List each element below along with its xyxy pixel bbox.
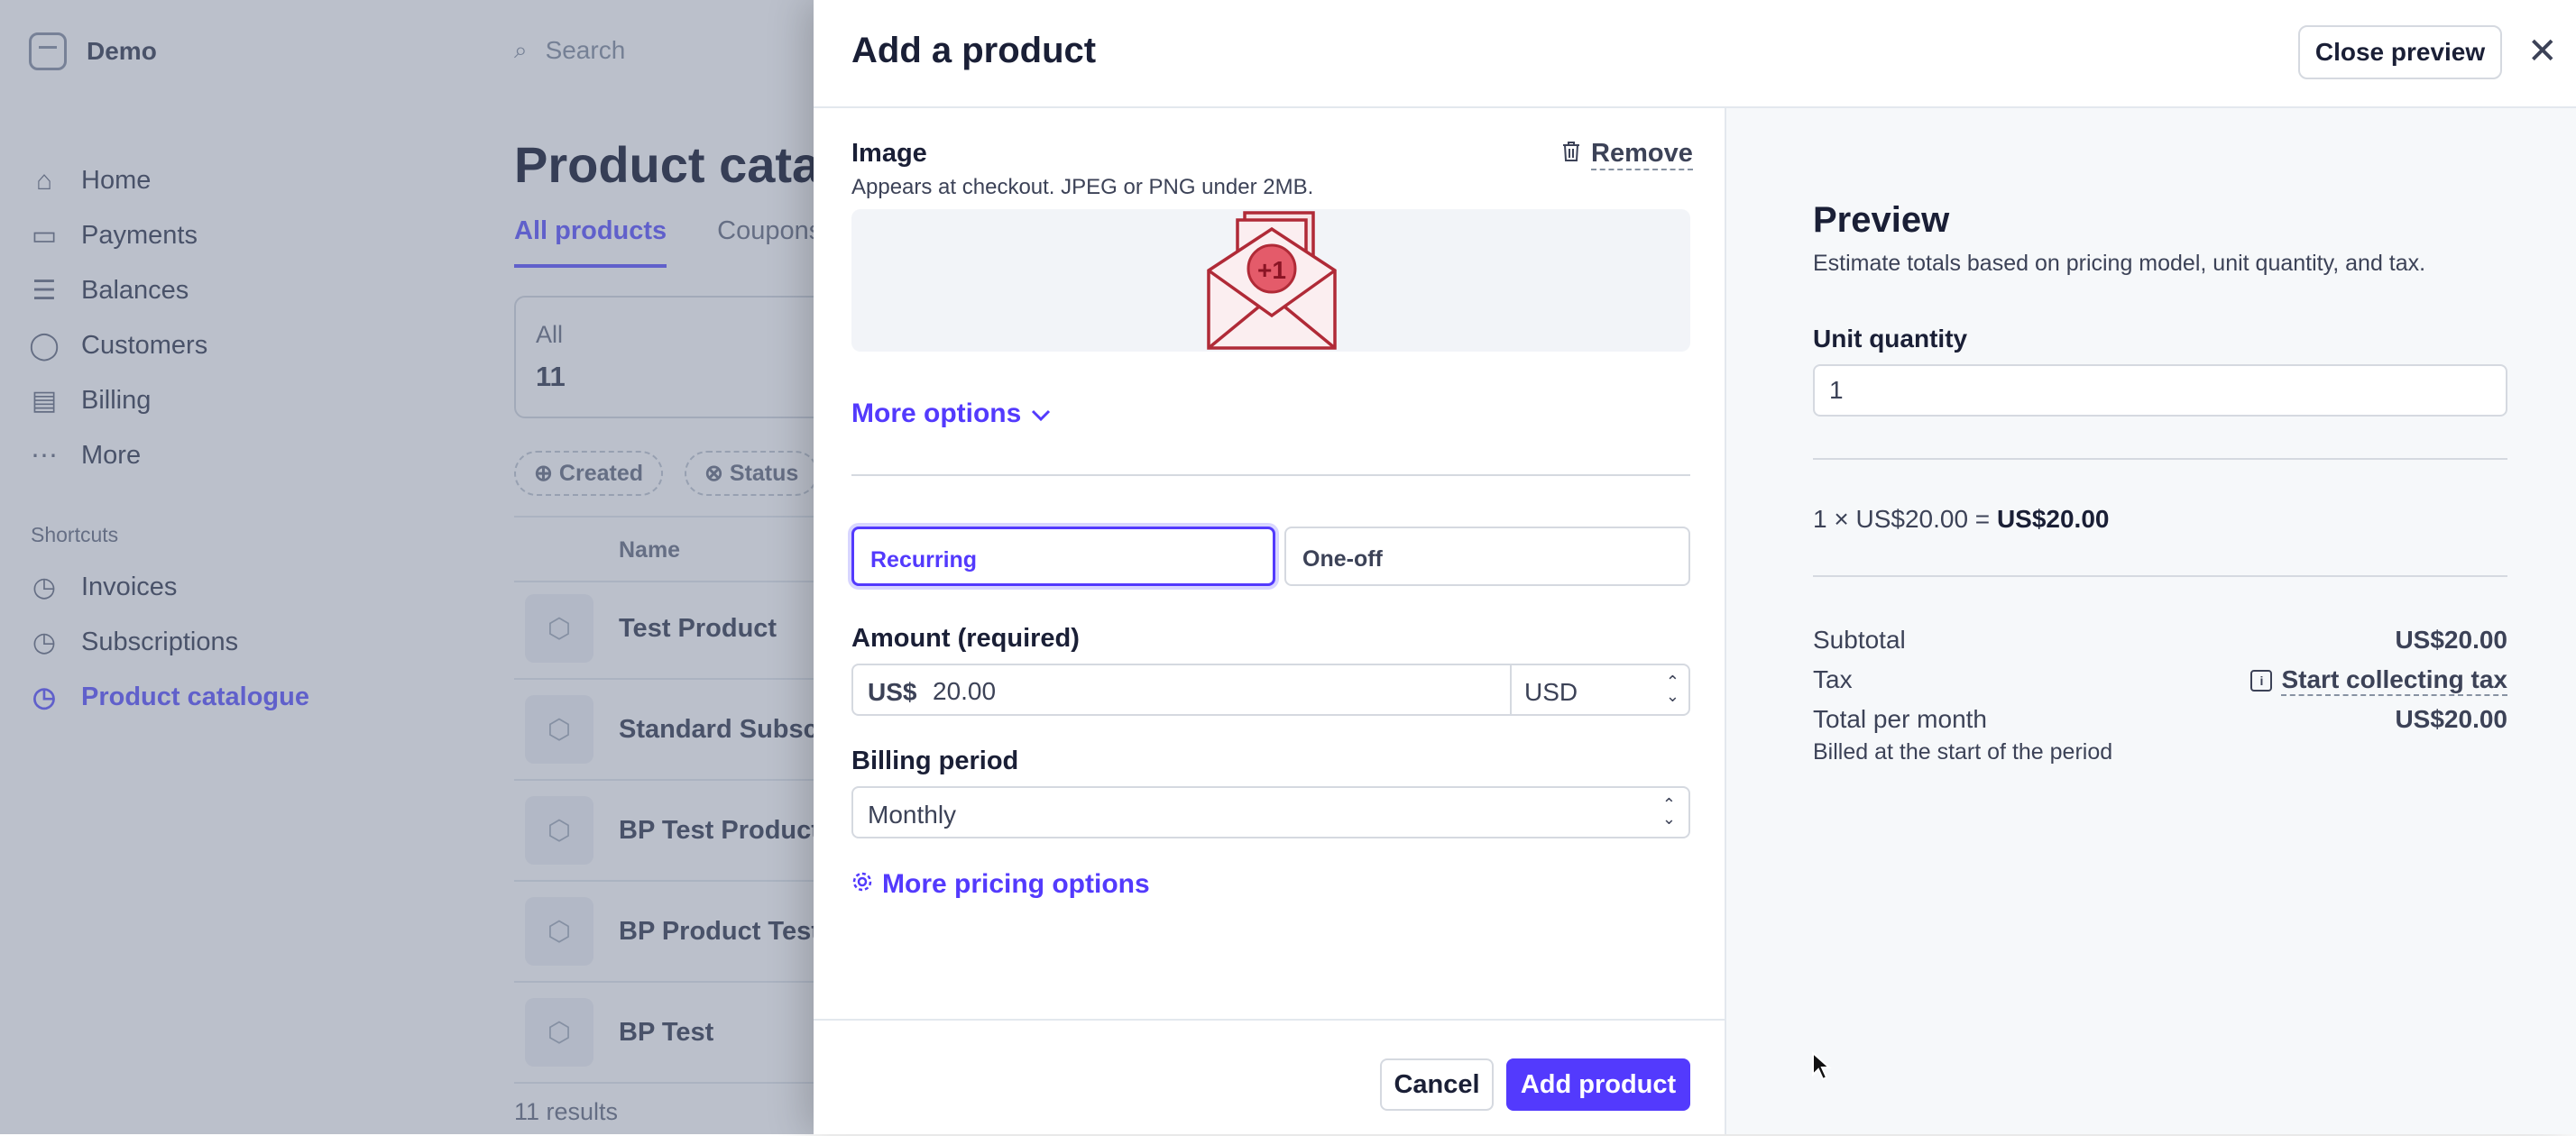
billing-note: Billed at the start of the period (1813, 739, 2113, 765)
envelope-plus-one-icon: +1 (1207, 211, 1337, 350)
mouse-cursor-icon (1812, 1051, 1832, 1081)
preview-pane: Preview Estimate totals based on pricing… (1726, 108, 2576, 1134)
billing-period-value: Monthly (868, 801, 957, 829)
chevron-down-icon (1030, 399, 1052, 429)
calculation-expression: 1 × US$20.00 = (1813, 505, 1997, 533)
preview-title: Preview (1813, 200, 1950, 240)
section-divider (851, 474, 1690, 476)
total-row: Total per month US$20.00 (1813, 705, 2507, 734)
pricing-type-one-off[interactable]: One-off (1284, 527, 1690, 586)
currency-prefix: US$ (868, 678, 917, 706)
gear-icon (851, 869, 873, 900)
preview-divider (1813, 575, 2507, 577)
tax-label: Tax (1813, 665, 1853, 693)
tax-row: Tax i Start collecting tax (1813, 665, 2507, 696)
product-form: Image Appears at checkout. JPEG or PNG u… (814, 108, 1725, 1134)
more-options-toggle[interactable]: More options (851, 399, 1052, 429)
total-value: US$20.00 (2395, 705, 2507, 733)
remove-image-button[interactable]: Remove (1560, 139, 1693, 170)
tax-link-label: Start collecting tax (2281, 665, 2507, 696)
amount-label: Amount (required) (851, 624, 1080, 653)
product-image-preview[interactable]: +1 (851, 209, 1690, 352)
calculation-total: US$20.00 (1996, 505, 2110, 533)
cancel-button[interactable]: Cancel (1380, 1058, 1494, 1111)
select-arrows-icon: ⌃ ⌄ (1661, 795, 1676, 828)
more-pricing-options-button[interactable]: More pricing options (851, 869, 1150, 900)
calculation-line: 1 × US$20.00 = US$20.00 (1813, 505, 2109, 534)
drawer-title: Add a product (851, 31, 1097, 70)
more-options-label: More options (851, 399, 1022, 428)
more-pricing-label: More pricing options (882, 869, 1150, 899)
unit-quantity-input[interactable] (1813, 364, 2507, 417)
preview-divider (1813, 458, 2507, 460)
total-label: Total per month (1813, 705, 1987, 733)
select-arrows-icon: ⌃ ⌄ (1665, 673, 1679, 705)
image-badge: +1 (1257, 256, 1286, 284)
trash-icon (1560, 140, 1582, 170)
remove-label: Remove (1591, 139, 1693, 170)
currency-select[interactable]: USD ⌃ ⌄ (1510, 665, 1692, 714)
currency-value: USD (1524, 678, 1578, 706)
close-preview-button[interactable]: Close preview (2298, 25, 2502, 79)
add-product-drawer: Add a product Close preview ✕ Image Appe… (814, 0, 2576, 1134)
info-icon: i (2250, 670, 2273, 692)
subtotal-row: Subtotal US$20.00 (1813, 626, 2507, 655)
billing-period-label: Billing period (851, 747, 1019, 775)
pricing-type-recurring[interactable]: Recurring (851, 527, 1275, 586)
subtotal-label: Subtotal (1813, 626, 1906, 654)
drawer-footer: Cancel Add product (814, 1019, 1725, 1136)
amount-field: US$ USD ⌃⌄ (851, 664, 1690, 716)
subtotal-value: US$20.00 (2395, 626, 2507, 654)
amount-input[interactable] (931, 673, 1458, 710)
image-help: Appears at checkout. JPEG or PNG under 2… (851, 175, 1314, 199)
preview-subtitle: Estimate totals based on pricing model, … (1813, 251, 2426, 276)
image-label: Image (851, 139, 927, 168)
unit-quantity-label: Unit quantity (1813, 325, 1968, 353)
drawer-header: Add a product Close preview ✕ (814, 0, 2576, 108)
add-product-button[interactable]: Add product (1506, 1058, 1690, 1111)
close-icon[interactable]: ✕ (2527, 29, 2558, 74)
start-collecting-tax-link[interactable]: i Start collecting tax (2250, 665, 2507, 696)
billing-period-select[interactable]: Monthly ⌃ ⌄ (851, 786, 1690, 838)
